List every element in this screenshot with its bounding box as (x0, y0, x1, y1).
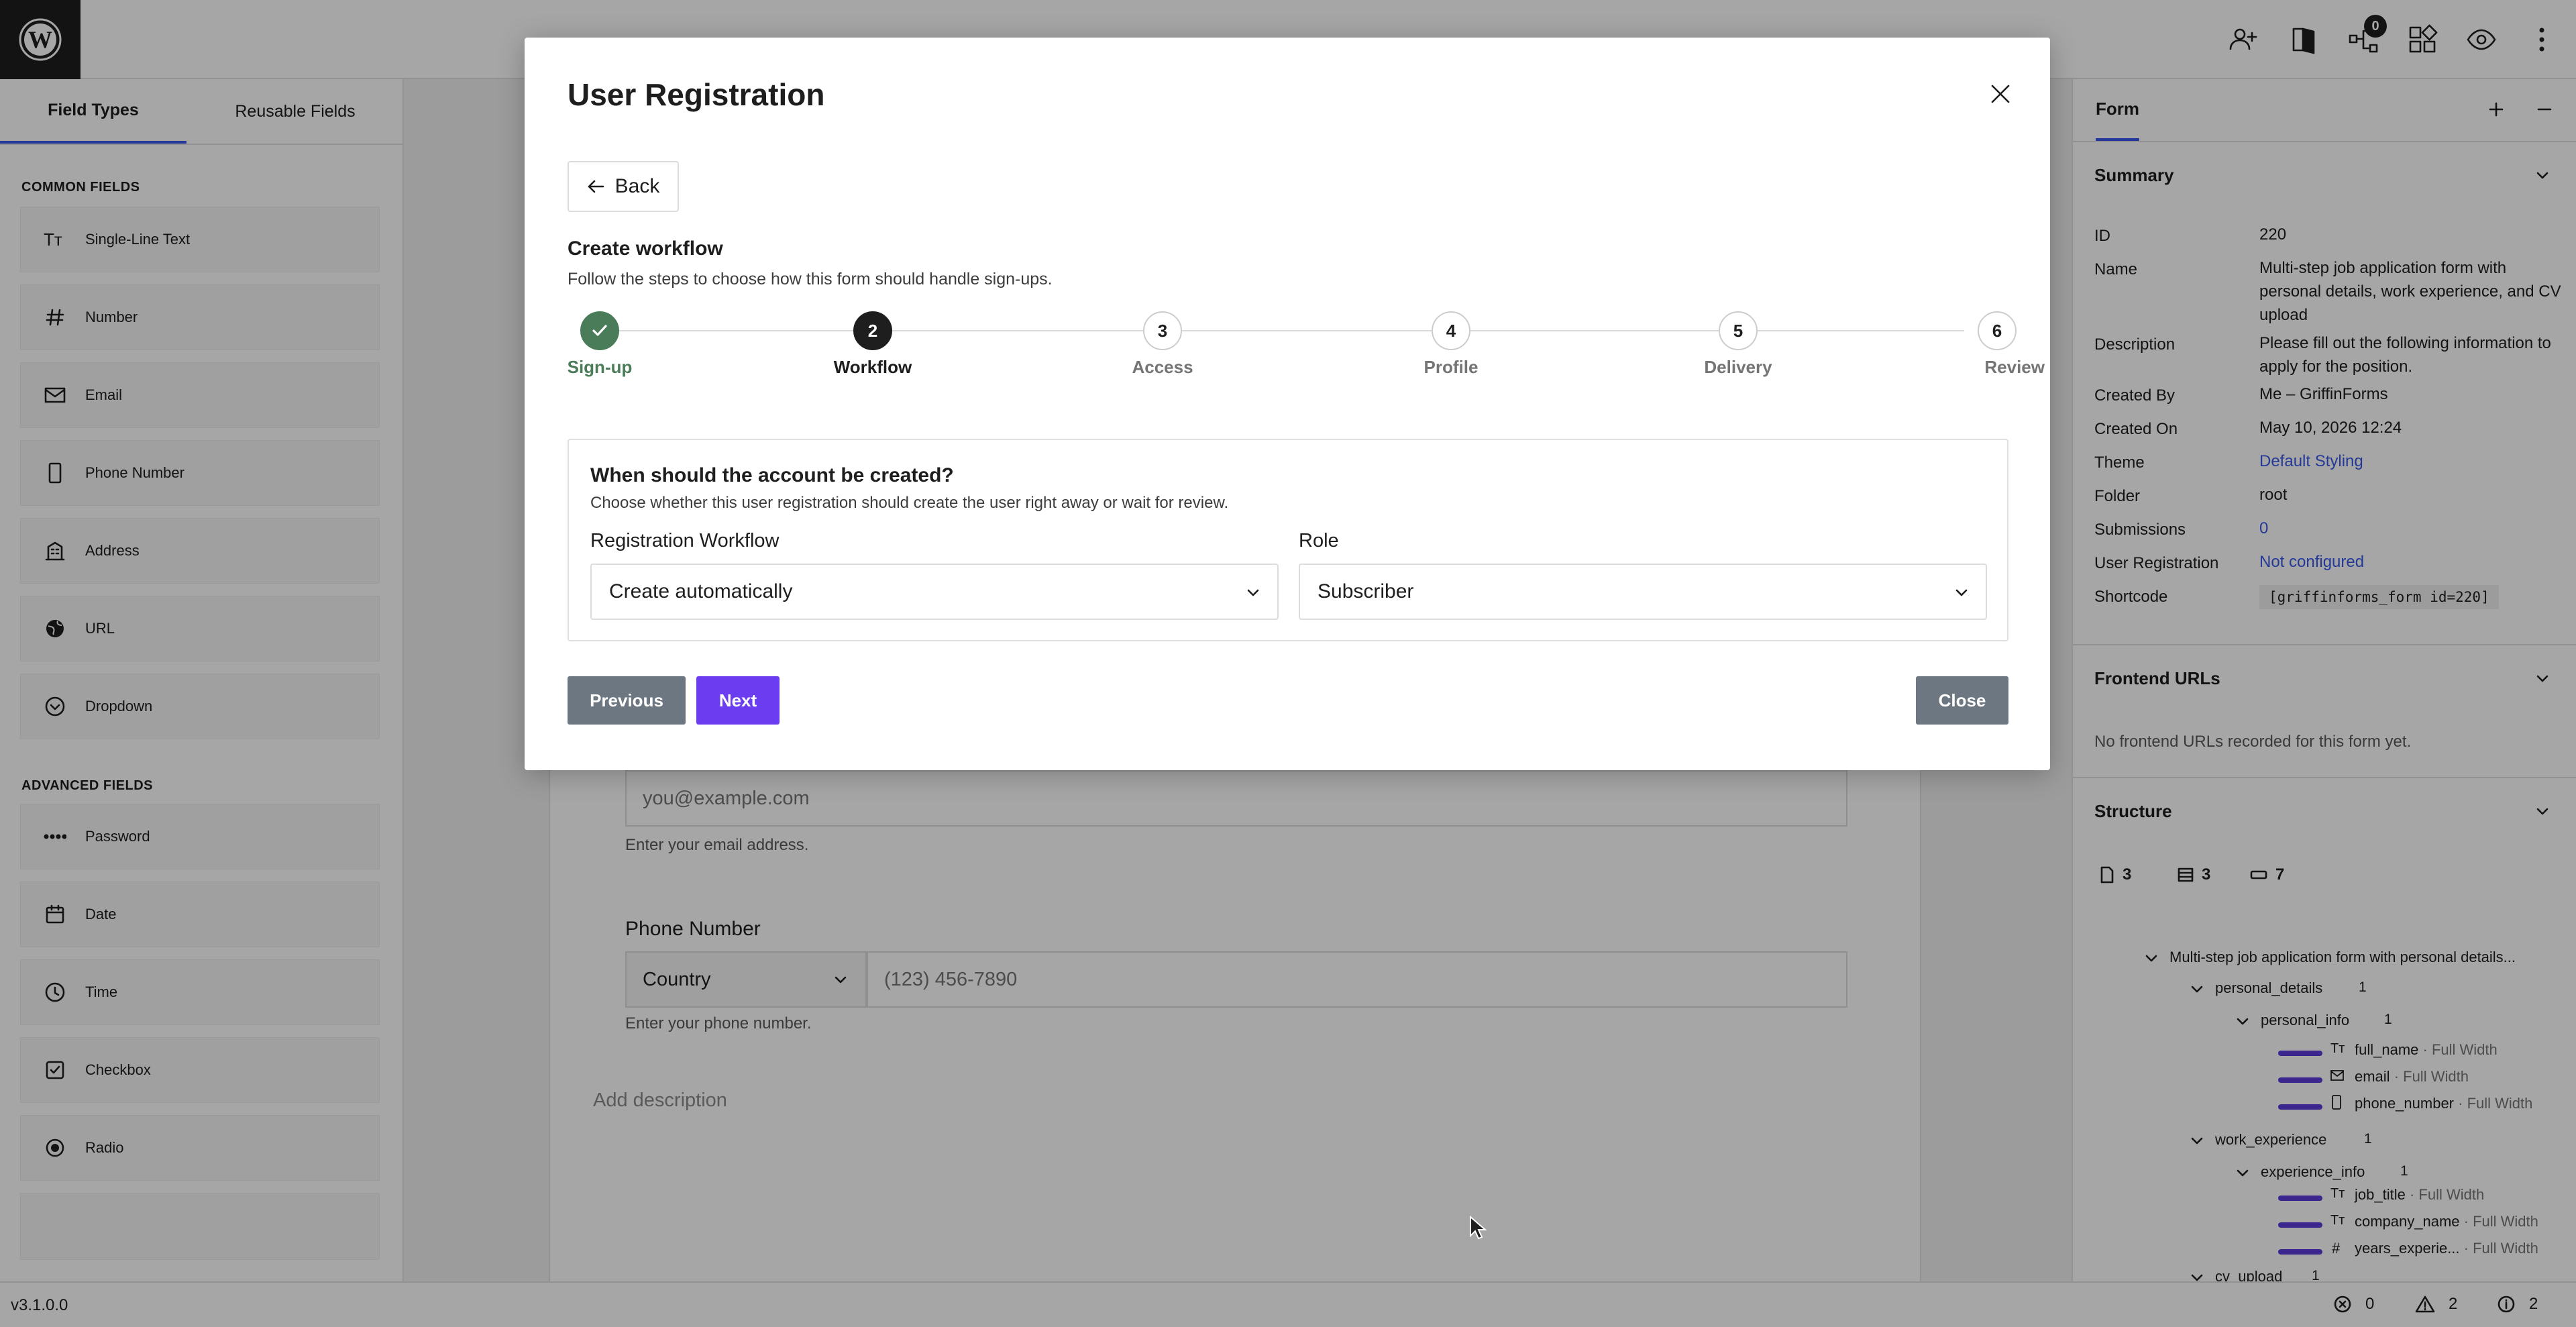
user-registration-modal: User Registration Back Create workflow F… (525, 38, 2050, 770)
close-icon[interactable] (1987, 81, 2014, 107)
mouse-cursor-icon (1469, 1216, 1487, 1240)
close-button[interactable]: Close (1916, 676, 2008, 725)
workflow-select[interactable]: Create automatically (590, 564, 1279, 620)
step-1-done-icon[interactable] (580, 311, 619, 350)
chevron-down-icon (1953, 585, 1970, 601)
step-2-label: Workflow (833, 357, 912, 377)
modal-title: User Registration (568, 77, 825, 112)
stepper-track (600, 330, 1964, 331)
back-label: Back (614, 175, 660, 197)
role-select[interactable]: Subscriber (1299, 564, 1987, 620)
step-5[interactable]: 5 (1719, 311, 1758, 350)
arrow-left-icon (588, 180, 604, 193)
chevron-down-icon (1245, 585, 1261, 601)
card-title: When should the account be created? (590, 464, 954, 486)
workflow-select-value: Create automatically (609, 580, 793, 602)
step-1-label: Sign-up (567, 357, 633, 377)
step-2-current[interactable]: 2 (853, 311, 892, 350)
section-subtitle: Follow the steps to choose how this form… (568, 270, 1053, 288)
role-select-value: Subscriber (1318, 580, 1414, 602)
step-6-label: Review (1984, 357, 2045, 377)
checkmark-icon (592, 325, 607, 336)
step-4[interactable]: 4 (1432, 311, 1470, 350)
workflow-card: When should the account be created? Choo… (568, 439, 2008, 641)
role-label: Role (1299, 530, 1339, 551)
card-subtitle: Choose whether this user registration sh… (590, 494, 1229, 512)
next-button[interactable]: Next (696, 676, 780, 725)
step-3-label: Access (1132, 357, 1193, 377)
step-4-label: Profile (1424, 357, 1479, 377)
workflow-label: Registration Workflow (590, 530, 780, 551)
step-3[interactable]: 3 (1143, 311, 1182, 350)
step-6[interactable]: 6 (1978, 311, 2017, 350)
previous-button[interactable]: Previous (568, 676, 686, 725)
step-5-label: Delivery (1704, 357, 1772, 377)
section-title: Create workflow (568, 237, 723, 260)
back-button[interactable]: Back (568, 161, 679, 212)
